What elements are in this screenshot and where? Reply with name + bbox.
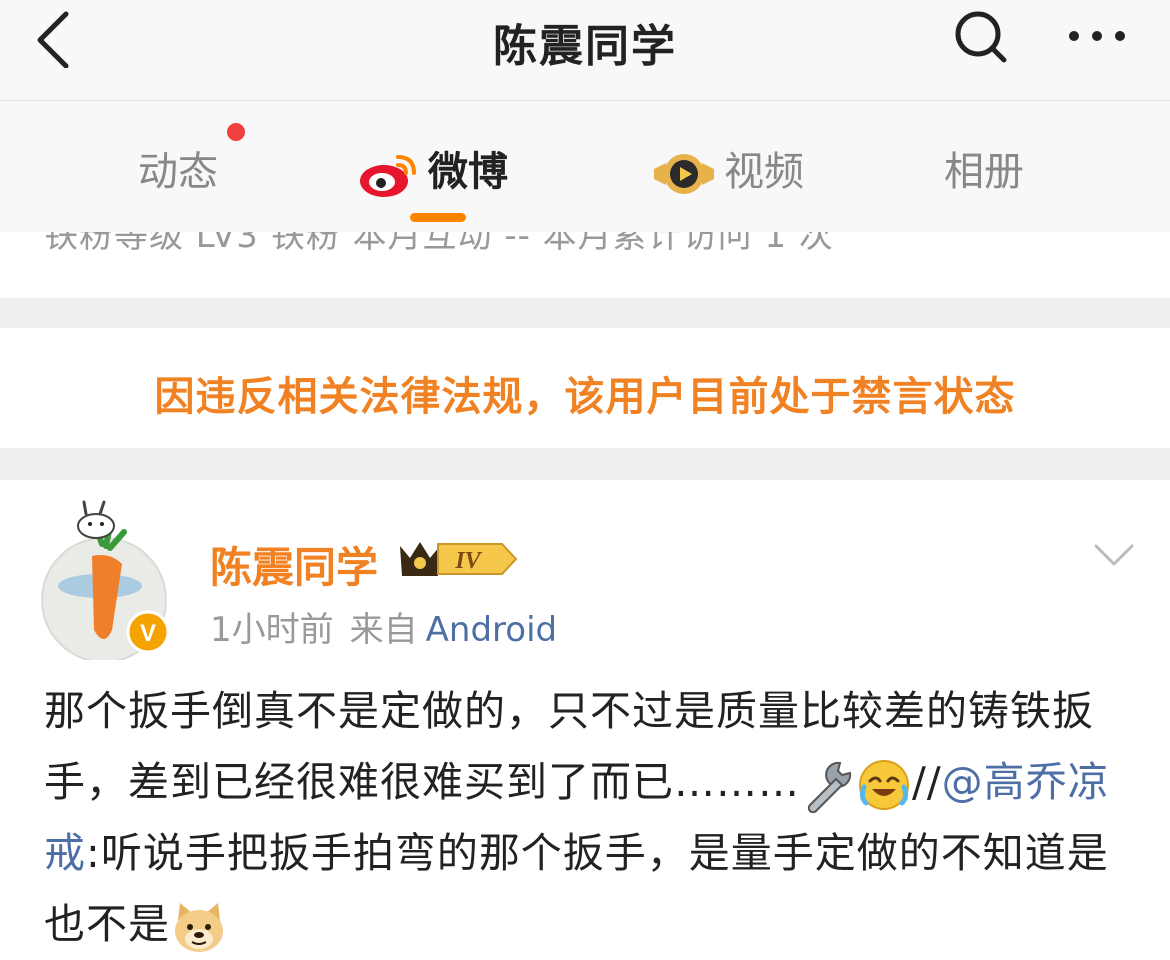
ban-notice-text: 因违反相关法律法规，该用户目前处于禁言状态: [154, 374, 1016, 420]
top-nav-bar: 陈震同学: [0, 0, 1170, 101]
tab-label: 相册: [944, 149, 1024, 195]
post-text-slash: //: [912, 758, 942, 806]
crown-badge-icon[interactable]: IV: [398, 536, 518, 582]
wrench-icon: [807, 761, 852, 813]
avatar[interactable]: V: [40, 500, 180, 660]
post-source[interactable]: Android: [426, 610, 557, 650]
svg-text:V: V: [140, 620, 156, 647]
fan-stats-text: 铁粉等级 LV3 铁粉 本月互动 -- 本月累计访问 1 次: [44, 232, 834, 256]
profile-tabs: 动态 微博 视频 相册: [0, 101, 1170, 232]
chevron-down-icon[interactable]: [1090, 536, 1138, 572]
post-meta: 1小时前 来自 Android: [210, 602, 557, 651]
doge-emoji-icon: [175, 903, 223, 952]
search-icon[interactable]: [948, 8, 1012, 64]
tab-video[interactable]: 视频: [652, 139, 804, 199]
video-badge-icon: [654, 154, 714, 194]
tab-label: 视频: [724, 149, 804, 195]
more-icon[interactable]: [1062, 8, 1132, 64]
tab-label: 动态: [138, 149, 218, 195]
fan-stats-row: 铁粉等级 LV3 铁粉 本月互动 -- 本月累计访问 1 次: [0, 232, 1170, 298]
ban-notice: 因违反相关法律法规，该用户目前处于禁言状态: [0, 328, 1170, 448]
active-tab-indicator: [410, 213, 466, 222]
weibo-logo-icon: [360, 155, 416, 197]
tab-weibo[interactable]: 微博: [358, 139, 508, 199]
badge-level: IV: [454, 548, 482, 574]
laugh-cry-emoji-icon: [859, 760, 909, 810]
username[interactable]: 陈震同学: [210, 534, 378, 595]
tab-label: 微博: [428, 149, 508, 195]
post-time: 1小时前: [210, 610, 334, 650]
section-divider: [0, 298, 1170, 328]
post-via: 来自: [349, 610, 418, 650]
tab-album[interactable]: 相册: [944, 139, 1024, 199]
tab-dynamic[interactable]: 动态: [138, 139, 218, 199]
notification-dot: [227, 123, 245, 141]
post-card: V 陈震同学 IV 1小时前 来自 Android 那个扳手倒真不是定做的，只不过是…: [0, 480, 1170, 957]
post-body: 那个扳手倒真不是定做的，只不过是质量比较差的铸铁扳手，差到已经很难很难买到了而已…: [44, 676, 1134, 960]
section-divider: [0, 448, 1170, 480]
